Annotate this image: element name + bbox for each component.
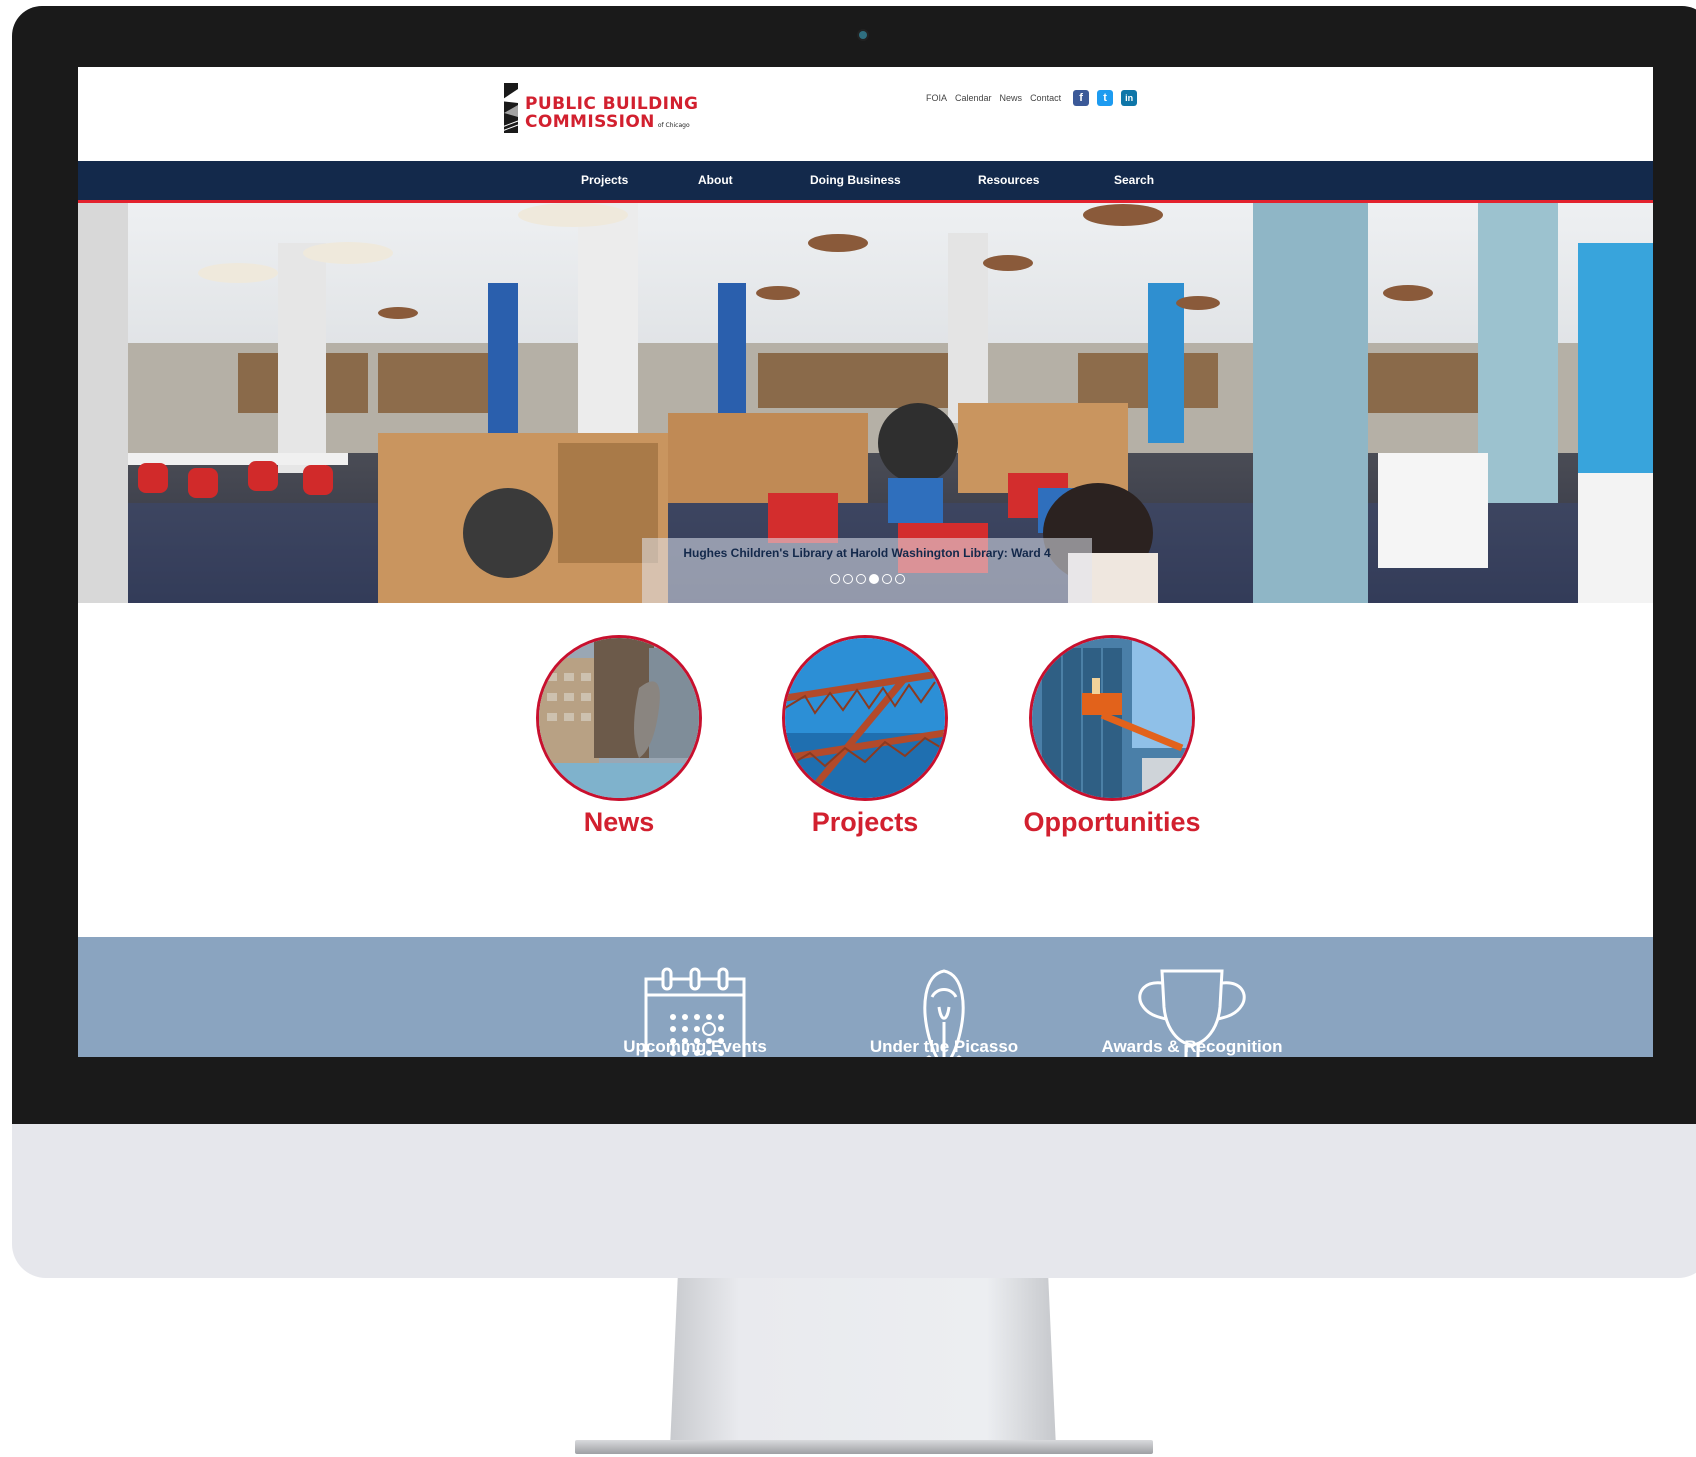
monitor-stand-base: [575, 1440, 1153, 1454]
facebook-icon[interactable]: f: [1073, 90, 1090, 106]
slider-dot-1[interactable]: [829, 574, 840, 584]
site-header: PUBLIC BUILDING COMMISSION of Chicago FOI…: [78, 67, 1653, 160]
band-awards-recognition[interactable]: Awards & Recognition: [1082, 937, 1302, 1057]
hero-caption-text[interactable]: Hughes Children's Library at Harold Wash…: [642, 546, 1092, 560]
logo-text-commission: COMMISSION: [525, 112, 655, 132]
pbc-logo[interactable]: PUBLIC BUILDING COMMISSION of Chicago: [498, 83, 703, 137]
utility-link-calendar[interactable]: Calendar: [955, 93, 992, 103]
slider-dots: [642, 574, 1092, 584]
twitter-icon[interactable]: t: [1097, 90, 1114, 106]
band-awards-recognition-label: Awards & Recognition: [1101, 1037, 1283, 1056]
band-upcoming-events-label: Upcoming Events: [623, 1037, 767, 1056]
quick-link-band: Upcoming Events Under the Picasso Awards…: [78, 937, 1653, 1057]
website-screen: PUBLIC BUILDING COMMISSION of Chicago FOI…: [78, 67, 1653, 1057]
linkedin-icon[interactable]: in: [1121, 90, 1138, 106]
utility-nav: FOIA Calendar News Contact f t in: [926, 87, 1138, 109]
monitor-stand: [670, 1278, 1056, 1448]
monitor-chin: [12, 1124, 1696, 1278]
utility-link-contact[interactable]: Contact: [1030, 93, 1061, 103]
feature-opportunities[interactable]: Opportunities: [1017, 635, 1207, 845]
steel-structure-photo: [782, 635, 948, 801]
hero-caption: Hughes Children's Library at Harold Wash…: [642, 538, 1092, 603]
nav-resources[interactable]: Resources: [978, 161, 1039, 200]
feature-news[interactable]: News: [524, 635, 714, 845]
news-photo: [536, 635, 702, 801]
hero-slider[interactable]: Hughes Children's Library at Harold Wash…: [78, 203, 1653, 603]
logo-text-line2: COMMISSION of Chicago: [525, 112, 690, 132]
feature-projects[interactable]: Projects: [770, 635, 960, 845]
feature-projects-label: Projects: [811, 807, 919, 837]
slider-dot-5[interactable]: [881, 574, 892, 584]
webcam-icon: [859, 31, 867, 39]
logo-text-line1: PUBLIC BUILDING: [525, 94, 699, 114]
nav-doing-business[interactable]: Doing Business: [810, 161, 901, 200]
slider-dot-3[interactable]: [855, 574, 866, 584]
logo-text-of-chicago: of Chicago: [657, 122, 690, 129]
utility-link-news[interactable]: News: [1000, 93, 1023, 103]
nav-about[interactable]: About: [698, 161, 733, 200]
feature-section: News Projects Opportunities: [78, 603, 1653, 937]
band-under-the-picasso[interactable]: Under the Picasso: [834, 937, 1054, 1057]
slider-dot-2[interactable]: [842, 574, 853, 584]
slider-dot-6[interactable]: [894, 574, 905, 584]
slider-dot-4[interactable]: [868, 574, 879, 584]
feature-opportunities-label: Opportunities: [1023, 807, 1201, 837]
nav-projects[interactable]: Projects: [581, 161, 628, 200]
nav-search[interactable]: Search: [1114, 161, 1154, 200]
band-under-the-picasso-label: Under the Picasso: [869, 1037, 1019, 1056]
utility-link-foia[interactable]: FOIA: [926, 93, 947, 103]
feature-news-label: News: [583, 807, 655, 837]
logo-mark-icon: [500, 83, 519, 133]
construction-lift-photo: [1029, 635, 1195, 801]
band-upcoming-events[interactable]: Upcoming Events: [585, 937, 805, 1057]
main-nav: Projects About Doing Business Resources …: [78, 161, 1653, 203]
